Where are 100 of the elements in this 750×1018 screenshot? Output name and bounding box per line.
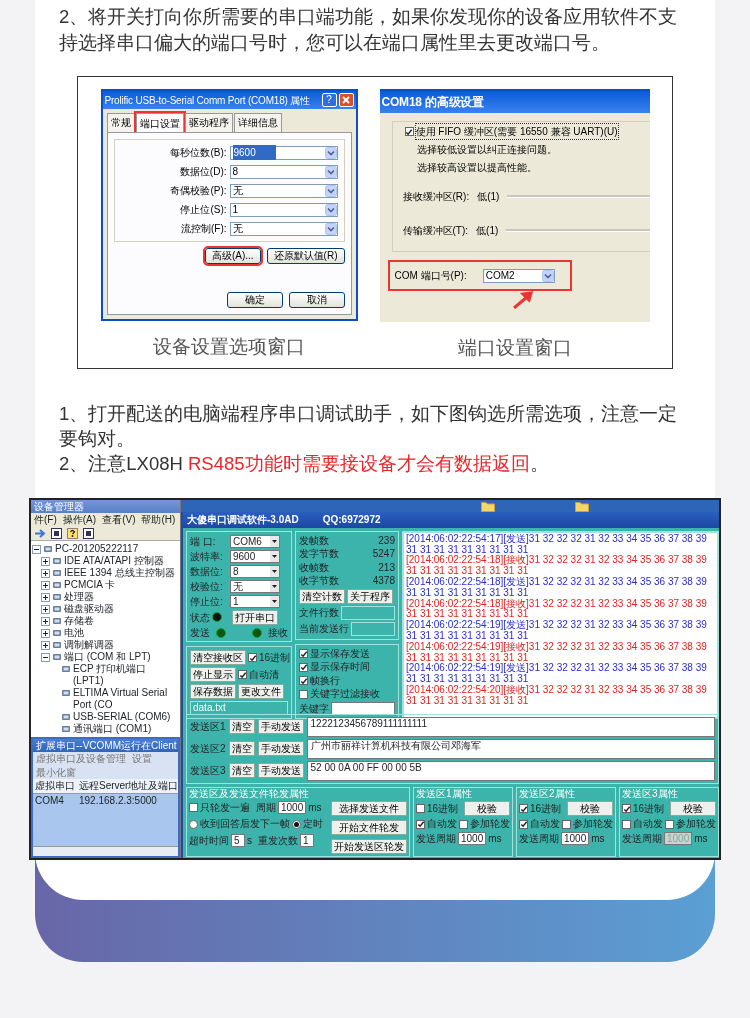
tree-item[interactable]: 处理器 xyxy=(64,590,94,603)
button[interactable]: 停止显示 xyxy=(190,667,236,683)
checkbox[interactable] xyxy=(299,676,308,685)
dialog-button[interactable]: 取消 xyxy=(288,292,345,308)
scrollbar[interactable] xyxy=(33,845,178,856)
open-port-button[interactable]: 打开串口 xyxy=(232,609,278,625)
number-field[interactable]: 1000 xyxy=(561,831,590,845)
tree-item[interactable]: IDE ATA/ATAPI 控制器 xyxy=(64,554,164,567)
tab[interactable]: 端口设置 xyxy=(135,113,184,132)
tree-item[interactable]: 端口 (COM 和 LPT) xyxy=(64,650,151,663)
button[interactable]: 选择发送文件 xyxy=(331,801,407,817)
number-field[interactable]: 5 xyxy=(231,833,245,847)
dropdown[interactable]: 无 xyxy=(230,579,280,593)
checkbox[interactable] xyxy=(189,803,198,813)
checkbox[interactable] xyxy=(404,127,414,136)
menu-item[interactable]: 操作(A) xyxy=(62,514,97,526)
button[interactable]: 清空接收区 xyxy=(190,650,246,666)
dropdown[interactable]: COM6 xyxy=(230,534,280,548)
plus-icon[interactable] xyxy=(41,580,50,590)
tree-item[interactable]: 通讯端口 (COM1) xyxy=(73,722,152,735)
tree-item[interactable]: ECP 打印机端口 (LPT1) xyxy=(73,662,179,687)
help-button[interactable]: ? xyxy=(321,93,337,107)
checkbox[interactable] xyxy=(299,649,308,658)
menu-item[interactable]: 虚拟串口及设备管理 xyxy=(36,753,126,765)
menu-item[interactable]: 帮助(H) xyxy=(141,514,176,526)
number-field[interactable]: 1 xyxy=(300,833,314,847)
checkbox[interactable] xyxy=(299,689,308,699)
plus-icon[interactable] xyxy=(41,604,50,614)
tab[interactable]: 常规 xyxy=(106,113,135,132)
plus-icon[interactable] xyxy=(41,568,50,578)
tree-item[interactable]: 磁盘驱动器 xyxy=(64,602,114,615)
checkbox[interactable] xyxy=(519,819,528,829)
text-area[interactable]: 52 00 0A 00 FF 00 00 5B xyxy=(306,760,715,781)
menu-item[interactable]: 最小化窗 xyxy=(36,766,76,779)
plus-icon[interactable] xyxy=(41,628,50,638)
plus-icon[interactable] xyxy=(41,640,50,650)
checkbox[interactable] xyxy=(416,819,425,829)
send-button[interactable]: 手动发送 xyxy=(257,763,304,779)
tree-item[interactable]: PCMCIA 卡 xyxy=(64,578,116,591)
tree-item[interactable]: PC-201205222117 xyxy=(55,542,139,555)
tree-item[interactable]: USB-SERIAL (COM6) xyxy=(73,710,171,723)
button[interactable]: 关于程序 xyxy=(347,588,393,604)
plus-icon[interactable] xyxy=(41,556,50,566)
radio-button[interactable] xyxy=(189,819,198,829)
clear-button[interactable]: 清空 xyxy=(228,763,255,779)
tree-item[interactable]: 电池 xyxy=(64,626,84,639)
number-field[interactable]: 1000 xyxy=(458,831,487,845)
properties-icon[interactable] xyxy=(51,527,62,539)
minus-icon[interactable] xyxy=(41,652,50,662)
input-field[interactable] xyxy=(351,621,395,636)
send-button[interactable]: 手动发送 xyxy=(257,741,304,757)
tab[interactable]: 详细信息 xyxy=(233,113,282,132)
dialog-button[interactable]: 确定 xyxy=(226,292,283,308)
minus-icon[interactable] xyxy=(32,544,41,554)
clear-button[interactable]: 清空 xyxy=(228,741,255,757)
checkbox[interactable] xyxy=(519,804,528,814)
tree-item[interactable]: ELTIMA Virtual Serial Port (CO xyxy=(73,686,179,711)
clear-button[interactable]: 清空 xyxy=(228,719,255,735)
dropdown[interactable]: 无 xyxy=(229,221,338,236)
checkbox[interactable] xyxy=(459,819,468,829)
button[interactable]: 更改文件 xyxy=(238,684,284,700)
text-area[interactable]: 1222123456789111111111 xyxy=(306,716,715,737)
properties-icon[interactable] xyxy=(83,527,94,539)
close-icon[interactable] xyxy=(342,96,350,104)
tree-item[interactable]: 调制解调器 xyxy=(64,638,114,651)
button[interactable]: 开始文件轮发 xyxy=(331,820,407,836)
send-button[interactable]: 手动发送 xyxy=(257,719,304,735)
checkbox[interactable] xyxy=(248,653,257,663)
menu-item[interactable]: 设置 xyxy=(132,753,152,765)
verify-button[interactable]: 校验 xyxy=(670,801,716,817)
menu-item[interactable]: 件(F) xyxy=(34,514,57,526)
button[interactable]: 清空计数 xyxy=(299,588,345,604)
checkbox[interactable] xyxy=(562,819,571,829)
dropdown[interactable]: COM2 xyxy=(482,268,555,283)
dialog-button[interactable]: 还原默认值(R) xyxy=(266,248,345,264)
text-area[interactable]: 广州市丽祥计算机科技有限公司邓海军 xyxy=(306,738,715,759)
help-icon[interactable] xyxy=(67,527,78,539)
tree-item[interactable]: IEEE 1394 总线主控制器 xyxy=(64,566,175,579)
plus-icon[interactable] xyxy=(41,616,50,626)
dropdown[interactable]: 8 xyxy=(230,564,280,578)
checkbox[interactable] xyxy=(622,819,631,829)
verify-button[interactable]: 校验 xyxy=(567,801,613,817)
dialog-button[interactable]: 高级(A)... xyxy=(204,248,261,264)
dropdown[interactable]: 1 xyxy=(229,202,338,217)
checkbox[interactable] xyxy=(238,670,247,680)
input-field[interactable] xyxy=(341,605,395,620)
checkbox[interactable] xyxy=(622,804,631,814)
keyword-field[interactable] xyxy=(331,701,395,715)
radio-button[interactable] xyxy=(292,819,301,829)
tree-item[interactable]: 存储卷 xyxy=(64,614,94,627)
back-arrow-icon[interactable] xyxy=(34,527,46,539)
number-field[interactable]: 1000 xyxy=(278,801,307,815)
checkbox[interactable] xyxy=(299,662,308,672)
button[interactable]: 保存数据 xyxy=(190,684,236,700)
checkbox[interactable] xyxy=(416,804,425,814)
dropdown[interactable]: 1 xyxy=(230,594,280,608)
dropdown[interactable]: 无 xyxy=(229,183,338,198)
verify-button[interactable]: 校验 xyxy=(464,801,510,817)
plus-icon[interactable] xyxy=(41,592,50,602)
dropdown[interactable]: 8 xyxy=(229,164,338,179)
